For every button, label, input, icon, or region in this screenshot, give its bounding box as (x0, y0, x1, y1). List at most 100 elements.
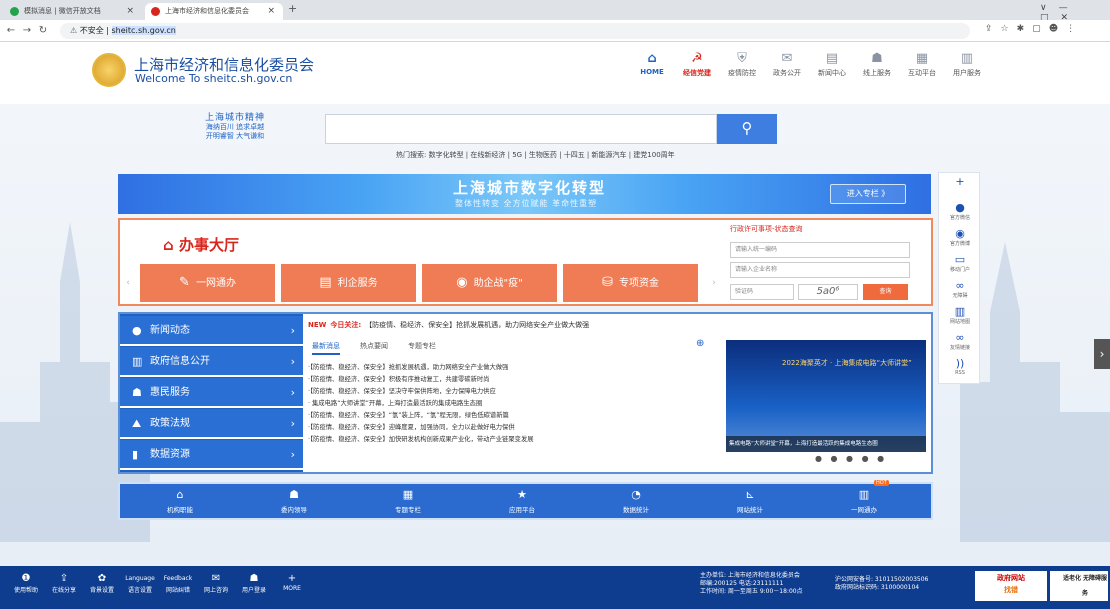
hot-search[interactable]: 热门搜索: 数字化转型 | 在线新经济 | 5G | 生物医药 | 十四五 | … (396, 150, 675, 160)
tab-hot[interactable]: 热点要闻 (360, 341, 388, 351)
side-menu-item-2[interactable]: ☗ 惠民服务 › (120, 378, 303, 408)
query-button[interactable]: 查询 (863, 284, 908, 300)
footer-tool-0[interactable]: ❶ 使用帮助 (6, 572, 46, 594)
company-name-field[interactable]: 请输入企业名称 (730, 262, 910, 278)
gov-site-badge[interactable]: 政府网站 找错 (975, 571, 1047, 601)
footer-tool-3[interactable]: Language 语言设置 (120, 572, 160, 594)
side-menu-item-1[interactable]: ▥ 政府信息公开 › (120, 347, 303, 377)
side-expand-arrow-icon[interactable]: › (1094, 339, 1110, 369)
url-input[interactable]: ⚠ 不安全 | sheitc.sh.gov.cn (60, 23, 970, 39)
search-button[interactable]: ⚲ (717, 114, 777, 144)
nav-item-1[interactable]: ☭ 经信党建 (675, 50, 719, 78)
browser-toolbar-icons[interactable]: ⇪☆✱▢☻⋮ (985, 24, 1083, 34)
extension-icon[interactable]: ✱ (1017, 24, 1033, 34)
news-item[interactable]: ·【防疫情、稳经济、保安全】迎峰度夏，加强协同，全力以赴做好电力保供 (308, 422, 718, 434)
digital-transformation-banner[interactable]: 上海城市数字化转型 整体性转变 全方位赋能 革命性重塑 进入专栏 》 (118, 174, 931, 214)
float-item-0[interactable]: + (939, 175, 981, 188)
nav-item-6[interactable]: ▦ 互动平台 (900, 50, 944, 78)
nav-item-3[interactable]: ✉ 政务公开 (765, 50, 809, 78)
side-menu-item-4[interactable]: ▮ 数据资源 › (120, 440, 303, 470)
quick-link-2[interactable]: ▦ 专题专栏 (368, 486, 448, 514)
today-focus[interactable]: NEW 今日关注: 【防疫情、稳经济、保安全】抢抓发展机遇，助力网络安全产业做大做强 (308, 320, 589, 330)
float-item-1[interactable]: ● 官方微信 (939, 201, 981, 221)
accessibility-badge[interactable]: 适老化 无障碍服务 (1050, 571, 1108, 601)
nav-item-0[interactable]: ⌂ HOME (630, 50, 674, 76)
float-item-3[interactable]: ▭ 移动门户 (939, 253, 981, 273)
enter-column-button[interactable]: 进入专栏 》 (830, 184, 906, 204)
float-item-2[interactable]: ◉ 官方微博 (939, 227, 981, 247)
back-icon[interactable]: ← (4, 23, 18, 39)
star-icon[interactable]: ☆ (1001, 24, 1017, 34)
news-item[interactable]: ·【防疫情、稳经济、保安全】“氢”装上阵，“氢”程无限，绿色低碳谱新篇 (308, 410, 718, 422)
quick-link-4[interactable]: ◔ 数据统计 (596, 486, 676, 514)
nav-item-7[interactable]: ▥ 用户服务 (945, 50, 989, 78)
quick-link-5[interactable]: ⊾ 网站统计 (710, 486, 790, 514)
service-button-0[interactable]: ✎ 一网通办 (140, 264, 275, 302)
quick-link-6[interactable]: ▥ 一网通办 (824, 486, 904, 514)
nav-label: 疫情防控 (728, 69, 756, 77)
float-item-5[interactable]: ▥ 网站地图 (939, 305, 981, 325)
service-label: 助企战"疫" (473, 278, 523, 289)
nav-item-2[interactable]: ⛨ 疫情防控 (720, 50, 764, 78)
next-arrow-icon[interactable]: › (708, 264, 720, 302)
reload-icon[interactable]: ↻ (36, 23, 50, 39)
news-photo[interactable]: 2022海聚英才 · 上海集成电路“大师讲堂” 集成电路“大师讲堂”开幕，上海打… (726, 340, 926, 452)
news-item[interactable]: ·【防疫情、稳经济、保安全】坚决守牢保供阵地，全力保障电力供应 (308, 386, 718, 398)
minimize-icon[interactable]: — (1059, 3, 1080, 13)
side-menu-item-3[interactable]: ⛰ 政策法规 › (120, 409, 303, 439)
search-input[interactable] (325, 114, 717, 144)
police-record[interactable]: 沪公网安备号: 31011502003506 (835, 576, 928, 584)
footer-tool-5[interactable]: ✉ 网上咨询 (196, 572, 236, 594)
nav-label: 用户服务 (953, 69, 981, 77)
new-tab-button[interactable]: + (288, 2, 297, 15)
service-label: 一网通办 (195, 278, 236, 289)
news-item[interactable]: ·【防疫情、稳经济、保安全】加快研发机构创新成果产业化，带动产业链聚变发展 (308, 434, 718, 446)
footer-tool-1[interactable]: ⇪ 在线分享 (44, 572, 84, 594)
tab-latest[interactable]: 最新消息 (312, 341, 340, 355)
captcha-image[interactable]: 5a0⁶ (798, 284, 858, 300)
site-logo[interactable] (92, 53, 126, 87)
sidebar-icon[interactable]: ▢ (1032, 24, 1049, 34)
service-button-3[interactable]: ⛁ 专项资金 (563, 264, 698, 302)
chevron-right-icon: › (290, 355, 295, 368)
tab-topics[interactable]: 专题专栏 (408, 341, 436, 351)
prev-arrow-icon[interactable]: ‹ (122, 264, 134, 302)
captcha-field[interactable]: 验证码 (730, 284, 794, 300)
float-label: 官方微信 (949, 215, 970, 221)
float-item-4[interactable]: ∞ 无障碍 (939, 279, 981, 299)
news-item[interactable]: ·【防疫情、稳经济、保安全】抢抓发展机遇，助力网络安全产业做大做强 (308, 362, 718, 374)
browser-tab-active[interactable]: 上海市经济和信息化委员会 × (145, 3, 283, 20)
share-icon[interactable]: ⇪ (985, 24, 1001, 34)
chevron-down-icon[interactable]: ∨ (1040, 3, 1059, 13)
close-icon[interactable]: × (126, 3, 134, 20)
profile-icon[interactable]: ☻ (1049, 24, 1066, 34)
footer-tool-7[interactable]: + MORE (272, 572, 312, 592)
quick-link-3[interactable]: ★ 应用平台 (482, 486, 562, 514)
quick-link-1[interactable]: ☗ 委内领导 (254, 486, 334, 514)
nav-item-4[interactable]: ▤ 新闻中心 (810, 50, 854, 78)
quick-link-label: 数据统计 (623, 506, 649, 514)
footer-tool-4[interactable]: Feedback 网站纠错 (158, 572, 198, 594)
carousel-dots[interactable]: ● ● ● ● ● (815, 454, 887, 463)
news-item[interactable]: · 集成电路“大师讲堂”开幕，上海打造最活跃的集成电路生态圈 (308, 398, 718, 410)
quick-link-0[interactable]: ⌂ 机构职能 (140, 486, 220, 514)
forward-icon[interactable]: → (20, 23, 34, 39)
grid-icon: ▦ (915, 51, 929, 66)
news-item[interactable]: ·【防疫情、稳经济、保安全】积极有序推动复工，共建零碳新时尚 (308, 374, 718, 386)
news-side-menu: ● 新闻动态 › ▥ 政府信息公开 › ☗ 惠民服务 › ⛰ 政策法规 › ▮ 数据资源 › (120, 314, 303, 472)
footer-tool-label: 背景设置 (89, 587, 114, 594)
service-button-2[interactable]: ◉ 助企战"疫" (422, 264, 557, 302)
float-item-6[interactable]: ∞ 友情链接 (939, 331, 981, 351)
service-button-1[interactable]: ▤ 利企服务 (281, 264, 416, 302)
code-field[interactable]: 请输入统一编码 (730, 242, 910, 258)
float-item-7[interactable]: )) RSS (939, 357, 981, 376)
nav-item-5[interactable]: ☗ 线上服务 (855, 50, 899, 78)
footer-tool-6[interactable]: ☗ 用户登录 (234, 572, 274, 594)
news-list: ·【防疫情、稳经济、保安全】抢抓发展机遇，助力网络安全产业做大做强 ·【防疫情、稳… (308, 362, 718, 446)
browser-tab[interactable]: 模拟消息 | 微信开放文档 × (4, 3, 142, 20)
close-icon[interactable]: × (267, 3, 275, 20)
footer-tool-2[interactable]: ✿ 背景设置 (82, 572, 122, 594)
side-menu-item-0[interactable]: ● 新闻动态 › (120, 316, 303, 346)
menu-icon[interactable]: ⋮ (1066, 24, 1083, 34)
more-icon[interactable]: ⊕ (696, 338, 704, 349)
